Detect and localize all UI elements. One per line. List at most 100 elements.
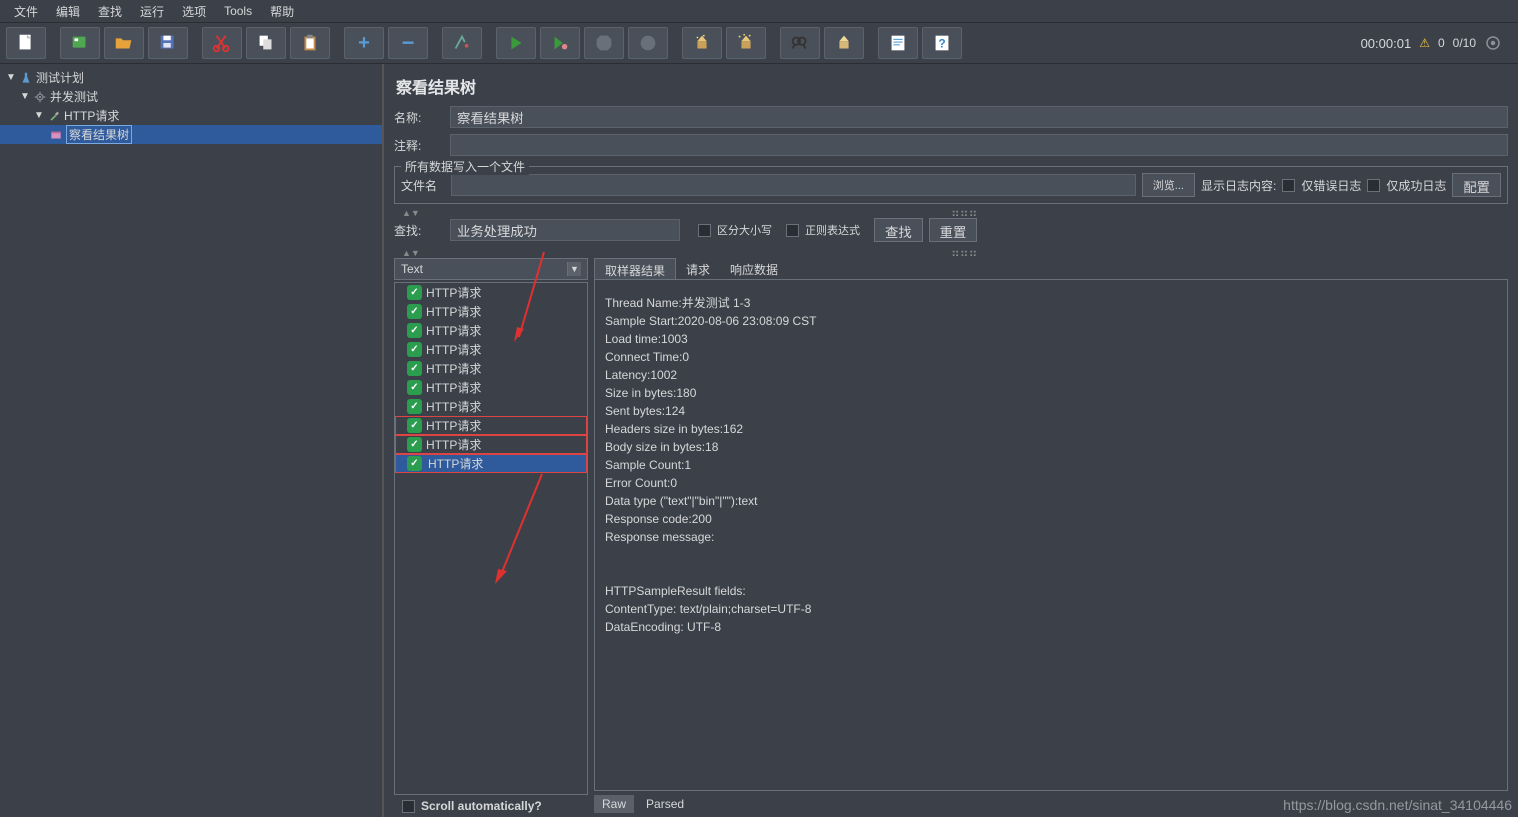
search-input[interactable] [450, 219, 680, 241]
new-button[interactable] [6, 27, 46, 59]
menu-search[interactable]: 查找 [90, 1, 130, 22]
open-button[interactable] [104, 27, 144, 59]
timer-label: 00:00:01 [1361, 36, 1412, 51]
warning-count: 0 [1438, 36, 1445, 50]
stop-button[interactable] [584, 27, 624, 59]
tab-parsed[interactable]: Parsed [638, 795, 692, 813]
success-icon [407, 342, 422, 357]
browse-button[interactable]: 浏览... [1142, 173, 1195, 197]
test-plan-tree[interactable]: ▼ 测试计划 ▼ 并发测试 ▼ HTTP请求 察看结果树 [0, 64, 384, 817]
find-button[interactable]: 查找 [874, 218, 923, 242]
menu-options[interactable]: 选项 [174, 1, 214, 22]
clear-button[interactable] [682, 27, 722, 59]
warning-icon: ⚠ [1419, 36, 1430, 50]
success-icon [407, 285, 422, 300]
result-item[interactable]: HTTP请求 [395, 416, 587, 435]
menu-help[interactable]: 帮助 [262, 1, 302, 22]
tree-label: 并发测试 [50, 88, 98, 105]
result-label: HTTP请求 [426, 284, 481, 301]
result-label: HTTP请求 [426, 417, 481, 434]
success-icon [407, 380, 422, 395]
result-label: HTTP请求 [426, 455, 485, 472]
tree-node-threadgroup[interactable]: ▼ 并发测试 [0, 87, 382, 106]
tree-node-sampler[interactable]: ▼ HTTP请求 [0, 106, 382, 125]
templates-button[interactable] [60, 27, 100, 59]
tab-request[interactable]: 请求 [676, 258, 720, 279]
reset-search-button[interactable] [824, 27, 864, 59]
config-button[interactable]: 配置 [1452, 173, 1501, 197]
result-item[interactable]: HTTP请求 [395, 435, 587, 454]
tree-label: HTTP请求 [64, 107, 119, 124]
drag-handle-2[interactable]: ▲▼⠶⠶⠶ [394, 248, 1508, 258]
only-success-checkbox[interactable] [1367, 179, 1380, 192]
result-item[interactable]: HTTP请求 [395, 359, 587, 378]
function-helper-button[interactable] [878, 27, 918, 59]
comment-input[interactable] [450, 134, 1508, 156]
panel-title: 察看结果树 [396, 74, 1508, 98]
result-label: HTTP请求 [426, 322, 481, 339]
result-item[interactable]: HTTP请求 [395, 302, 587, 321]
result-item[interactable]: HTTP请求 [395, 454, 587, 473]
success-icon [407, 323, 422, 338]
tab-raw[interactable]: Raw [594, 795, 634, 813]
success-icon [407, 437, 422, 452]
start-button[interactable] [496, 27, 536, 59]
results-list[interactable]: HTTP请求HTTP请求HTTP请求HTTP请求HTTP请求HTTP请求HTTP… [394, 282, 588, 795]
paste-button[interactable] [290, 27, 330, 59]
tree-node-listener[interactable]: 察看结果树 [0, 125, 382, 144]
svg-text:?: ? [938, 37, 945, 51]
success-icon [407, 304, 422, 319]
renderer-combo[interactable]: Text ▼ [394, 258, 588, 280]
clear-all-button[interactable] [726, 27, 766, 59]
result-item[interactable]: HTTP请求 [395, 397, 587, 416]
copy-button[interactable] [246, 27, 286, 59]
tree-node-testplan[interactable]: ▼ 测试计划 [0, 68, 382, 87]
shutdown-button[interactable] [628, 27, 668, 59]
chevron-down-icon: ▼ [567, 262, 581, 276]
menubar: 文件 编辑 查找 运行 选项 Tools 帮助 [0, 0, 1518, 22]
result-item[interactable]: HTTP请求 [395, 340, 587, 359]
results-tree-icon [48, 127, 64, 142]
result-item[interactable]: HTTP请求 [395, 283, 587, 302]
result-item[interactable]: HTTP请求 [395, 321, 587, 340]
toolbar: + − ? 00:00:01 ⚠ 0 0/10 [0, 22, 1518, 64]
only-success-label: 仅成功日志 [1386, 177, 1446, 194]
case-checkbox[interactable] [698, 224, 711, 237]
regex-label: 正则表达式 [805, 222, 860, 238]
result-item[interactable]: HTTP请求 [395, 378, 587, 397]
menu-edit[interactable]: 编辑 [48, 1, 88, 22]
toggle-button[interactable] [442, 27, 482, 59]
success-icon [407, 456, 422, 471]
name-input[interactable] [450, 106, 1508, 128]
only-errors-checkbox[interactable] [1282, 179, 1295, 192]
cut-button[interactable] [202, 27, 242, 59]
collapse-button[interactable]: − [388, 27, 428, 59]
regex-checkbox[interactable] [786, 224, 799, 237]
scroll-auto-checkbox[interactable] [402, 800, 415, 813]
result-label: HTTP请求 [426, 341, 481, 358]
show-log-label: 显示日志内容: [1201, 177, 1276, 194]
help-button[interactable]: ? [922, 27, 962, 59]
result-details[interactable]: Thread Name:并发测试 1-3 Sample Start:2020-0… [594, 280, 1508, 791]
thread-count: 0/10 [1453, 36, 1476, 50]
result-label: HTTP请求 [426, 398, 481, 415]
combo-value: Text [401, 262, 423, 276]
save-button[interactable] [148, 27, 188, 59]
start-no-timers-button[interactable] [540, 27, 580, 59]
drag-handle[interactable]: ▲▼⠶⠶⠶ [394, 208, 1508, 218]
comment-label: 注释: [394, 137, 444, 154]
result-tabs: 取样器结果 请求 响应数据 [594, 258, 1508, 280]
menu-file[interactable]: 文件 [6, 1, 46, 22]
filename-input[interactable] [451, 174, 1136, 196]
expand-button[interactable]: + [344, 27, 384, 59]
tab-sampler-result[interactable]: 取样器结果 [594, 258, 676, 279]
file-fieldset: 所有数据写入一个文件 文件名 浏览... 显示日志内容: 仅错误日志 仅成功日志… [394, 166, 1508, 204]
menu-run[interactable]: 运行 [132, 1, 172, 22]
search-tree-button[interactable] [780, 27, 820, 59]
menu-tools[interactable]: Tools [216, 2, 260, 20]
gear-icon [32, 89, 48, 104]
result-label: HTTP请求 [426, 303, 481, 320]
thread-indicator-icon [1484, 34, 1502, 52]
tab-response[interactable]: 响应数据 [720, 258, 788, 279]
reset-button[interactable]: 重置 [929, 218, 978, 242]
